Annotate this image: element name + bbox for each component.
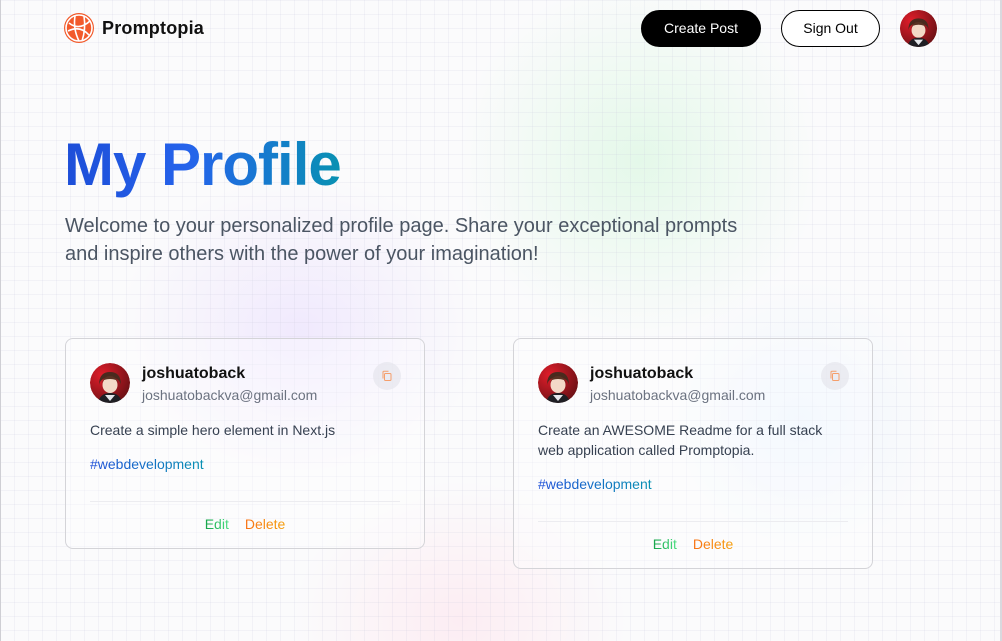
delete-button[interactable]: Delete xyxy=(693,536,733,552)
page-description: Welcome to your personalized profile pag… xyxy=(65,215,738,265)
brand-link[interactable]: Promptopia xyxy=(64,13,204,43)
delete-button[interactable]: Delete xyxy=(245,516,285,532)
user-avatar xyxy=(538,363,578,403)
top-nav: Promptopia Create Post Sign Out xyxy=(64,9,937,47)
card-header: joshuatoback joshuatobackva@gmail.com xyxy=(90,362,401,403)
user-email: joshuatobackva@gmail.com xyxy=(142,387,318,403)
logo-icon xyxy=(64,13,94,43)
prompt-tag[interactable]: #webdevelopment xyxy=(538,476,652,492)
avatar-image xyxy=(900,9,937,47)
username: joshuatoback xyxy=(142,365,246,382)
copy-icon xyxy=(382,370,392,381)
page-title: My Profile xyxy=(64,131,342,198)
prompt-card: joshuatoback joshuatobackva@gmail.com Cr… xyxy=(65,338,425,549)
sign-out-button[interactable]: Sign Out xyxy=(781,9,880,47)
prompt-tag[interactable]: #webdevelopment xyxy=(90,456,204,472)
nav-actions: Create Post Sign Out xyxy=(641,9,937,47)
create-post-button[interactable]: Create Post xyxy=(641,9,761,47)
card-actions: Edit Delete xyxy=(90,501,400,532)
user-info: joshuatoback joshuatobackva@gmail.com xyxy=(590,363,765,403)
card-actions: Edit Delete xyxy=(538,521,848,552)
user-info: joshuatoback joshuatobackva@gmail.com xyxy=(142,363,317,403)
user-avatar xyxy=(90,363,130,403)
profile-avatar[interactable] xyxy=(900,9,937,47)
copy-icon xyxy=(830,370,840,381)
copy-button[interactable] xyxy=(373,362,401,390)
prompt-text: Create a simple hero element in Next.js xyxy=(90,422,336,438)
copy-button[interactable] xyxy=(821,362,849,390)
card-user[interactable]: joshuatoback joshuatobackva@gmail.com xyxy=(538,363,765,403)
edit-button[interactable]: Edit xyxy=(205,516,229,532)
username: joshuatoback xyxy=(590,365,694,382)
card-user[interactable]: joshuatoback joshuatobackva@gmail.com xyxy=(90,363,317,403)
window-left-border xyxy=(0,0,1,641)
brand-name: Promptopia xyxy=(102,17,205,38)
card-header: joshuatoback joshuatobackva@gmail.com xyxy=(538,362,849,403)
prompt-text: Create an AWESOME Readme for a full stac… xyxy=(538,422,823,458)
prompt-card: joshuatoback joshuatobackva@gmail.com Cr… xyxy=(513,338,873,569)
edit-button[interactable]: Edit xyxy=(653,536,677,552)
user-email: joshuatobackva@gmail.com xyxy=(590,387,766,403)
